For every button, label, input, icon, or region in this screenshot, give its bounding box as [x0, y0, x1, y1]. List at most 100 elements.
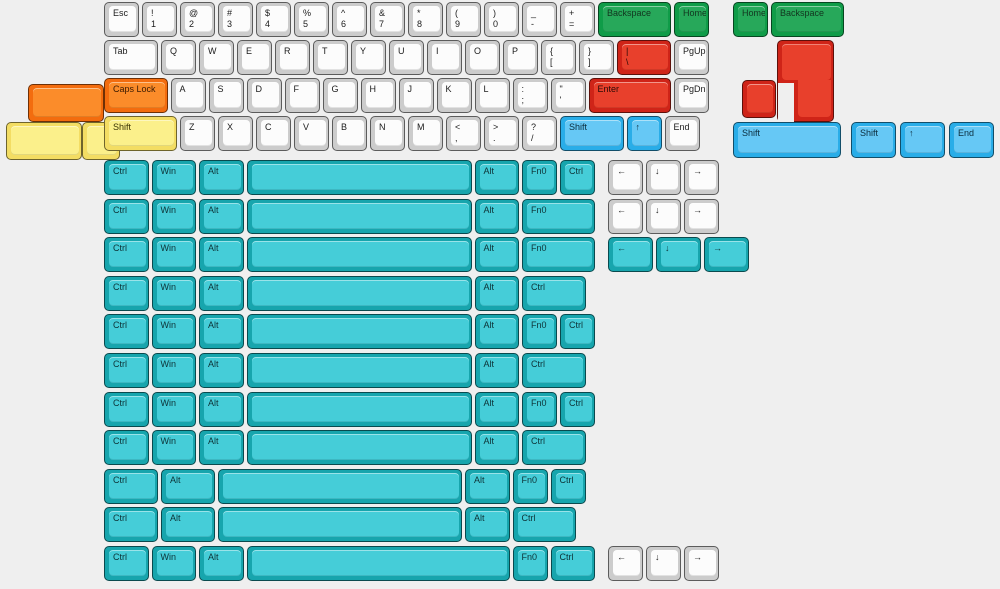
modrow9-key-ctrl[interactable]: Ctrl: [550, 468, 586, 504]
modrow4-key-ctrl[interactable]: Ctrl: [522, 275, 586, 311]
numberrow-key-3[interactable]: #3: [218, 2, 253, 37]
modrow2-key-alt[interactable]: Alt: [199, 198, 244, 234]
capsrow-key-l[interactable]: L: [474, 78, 510, 113]
tabrow-key-tab[interactable]: Tab: [104, 40, 158, 75]
numberrow-key-0[interactable]: ) 0: [484, 2, 519, 37]
shiftrow-key-end[interactable]: End: [664, 116, 700, 151]
modrow7-key-fn0[interactable]: Fn0: [522, 391, 557, 427]
modrow1-key-left[interactable]: ←: [608, 160, 643, 195]
modrow11-key-blank[interactable]: [246, 546, 510, 581]
keyboard-layout-canvas[interactable]: Esc! 1 @2 #3 $4% 5 ^ 6 & 7 * 8(9) 0 _ - + = Backspace Home…: [0, 0, 1000, 589]
modrow5-key-blank[interactable]: [246, 314, 472, 350]
modrow1-key-ctrl[interactable]: Ctrl: [104, 160, 149, 195]
modrow1-key-alt[interactable]: Alt: [474, 160, 519, 195]
modrow8-key-ctrl[interactable]: Ctrl: [522, 430, 586, 466]
modrow10-key-alt[interactable]: Alt: [161, 507, 215, 543]
modrow7-key-ctrl[interactable]: Ctrl: [560, 391, 595, 427]
cluster-key-shift[interactable]: Shift: [851, 122, 896, 158]
modrow4-key-ctrl[interactable]: Ctrl: [104, 275, 149, 311]
modrow4-key-alt[interactable]: Alt: [474, 275, 519, 311]
modrow3-key-right[interactable]: →: [704, 237, 749, 273]
shiftrow-key-[interactable]: <,: [446, 116, 481, 151]
cluster-key-end[interactable]: End: [949, 122, 994, 158]
capsrow-key-d[interactable]: D: [246, 78, 282, 113]
shiftrow-key-[interactable]: >.: [484, 116, 519, 151]
capsrow-key-a[interactable]: A: [170, 78, 206, 113]
capsrow-key-s[interactable]: S: [208, 78, 244, 113]
cluster-key-up[interactable]: ↑: [900, 122, 945, 158]
modrow8-key-ctrl[interactable]: Ctrl: [104, 430, 149, 466]
modrow6-key-alt[interactable]: Alt: [199, 353, 244, 388]
modrow6-key-alt[interactable]: Alt: [474, 353, 519, 388]
shiftrow-key-[interactable]: ? /: [522, 116, 557, 151]
modrow5-key-ctrl[interactable]: Ctrl: [560, 314, 595, 350]
tabrow-key-e[interactable]: E: [237, 40, 272, 75]
tabrow-key-y[interactable]: Y: [351, 40, 386, 75]
modrow3-key-win[interactable]: Win: [151, 237, 196, 273]
modrow3-key-alt[interactable]: Alt: [474, 237, 519, 273]
modrow2-key-alt[interactable]: Alt: [474, 198, 519, 234]
modrow2-key-right[interactable]: →: [684, 198, 719, 234]
modrow9-key-alt[interactable]: Alt: [465, 468, 510, 504]
cluster-key-home[interactable]: Home: [733, 2, 768, 37]
shiftrow-key-x[interactable]: X: [218, 116, 253, 151]
modrow11-key-ctrl[interactable]: Ctrl: [104, 546, 149, 581]
numberrow-key-1[interactable]: ! 1: [142, 2, 177, 37]
modrow3-key-left[interactable]: ←: [608, 237, 653, 273]
modrow8-key-alt[interactable]: Alt: [199, 430, 244, 466]
shiftrow-key-b[interactable]: B: [332, 116, 367, 151]
modrow10-key-alt[interactable]: Alt: [465, 507, 510, 543]
capsrow-key-h[interactable]: H: [360, 78, 396, 113]
modrow11-key-down[interactable]: ↓: [646, 546, 681, 581]
shiftrow-key-shift[interactable]: Shift: [104, 116, 177, 151]
modrow1-key-down[interactable]: ↓: [646, 160, 681, 195]
modrow3-key-down[interactable]: ↓: [656, 237, 701, 273]
modrow11-key-right[interactable]: →: [684, 546, 719, 581]
modrow9-key-ctrl[interactable]: Ctrl: [104, 468, 158, 504]
numberrow-key-4[interactable]: $4: [256, 2, 291, 37]
tabrow-key-p[interactable]: P: [503, 40, 538, 75]
cluster-iso-enter[interactable]: [777, 40, 834, 125]
modrow2-key-blank[interactable]: [246, 198, 472, 234]
numberrow-key-backspace[interactable]: Backspace: [598, 2, 671, 37]
modrow2-key-left[interactable]: ←: [608, 198, 643, 234]
modrow10-key-ctrl[interactable]: Ctrl: [512, 507, 576, 543]
modrow9-key-fn0[interactable]: Fn0: [512, 468, 548, 504]
swatch-yellow-left[interactable]: [6, 122, 82, 160]
modrow8-key-alt[interactable]: Alt: [474, 430, 519, 466]
numberrow-key-8[interactable]: * 8: [408, 2, 443, 37]
modrow2-key-win[interactable]: Win: [151, 198, 196, 234]
modrow11-key-ctrl[interactable]: Ctrl: [550, 546, 595, 581]
tabrow-key-[interactable]: {[: [541, 40, 576, 75]
capsrow-key-[interactable]: :;: [512, 78, 548, 113]
modrow2-key-fn0[interactable]: Fn0: [522, 198, 595, 234]
modrow11-key-alt[interactable]: Alt: [199, 546, 244, 581]
swatch-orange-wide[interactable]: [28, 84, 104, 122]
modrow1-key-ctrl[interactable]: Ctrl: [560, 160, 595, 195]
modrow2-key-ctrl[interactable]: Ctrl: [104, 198, 149, 234]
modrow6-key-blank[interactable]: [246, 353, 472, 388]
numberrow-key-9[interactable]: (9: [446, 2, 481, 37]
numberrow-key-[interactable]: _ -: [522, 2, 557, 37]
tabrow-key-w[interactable]: W: [199, 40, 234, 75]
capsrow-key-[interactable]: " ': [550, 78, 586, 113]
capsrow-key-enter[interactable]: Enter: [588, 78, 671, 113]
modrow7-key-ctrl[interactable]: Ctrl: [104, 391, 149, 427]
capsrow-key-caps-lock[interactable]: Caps Lock: [104, 78, 168, 113]
tabrow-key-r[interactable]: R: [275, 40, 310, 75]
modrow5-key-win[interactable]: Win: [151, 314, 196, 350]
cluster-key-backspace[interactable]: Backspace: [771, 2, 844, 37]
modrow7-key-blank[interactable]: [246, 391, 472, 427]
modrow11-key-win[interactable]: Win: [151, 546, 196, 581]
modrow5-key-alt[interactable]: Alt: [199, 314, 244, 350]
modrow5-key-fn0[interactable]: Fn0: [522, 314, 557, 350]
cluster-shift-wide[interactable]: Shift: [733, 122, 841, 158]
shiftrow-key-up[interactable]: ↑: [626, 116, 662, 151]
modrow3-key-ctrl[interactable]: Ctrl: [104, 237, 149, 273]
modrow9-key-blank[interactable]: [218, 468, 462, 504]
modrow5-key-ctrl[interactable]: Ctrl: [104, 314, 149, 350]
modrow9-key-alt[interactable]: Alt: [161, 468, 215, 504]
shiftrow-key-shift[interactable]: Shift: [560, 116, 624, 151]
modrow10-key-blank[interactable]: [218, 507, 462, 543]
tabrow-key-o[interactable]: O: [465, 40, 500, 75]
